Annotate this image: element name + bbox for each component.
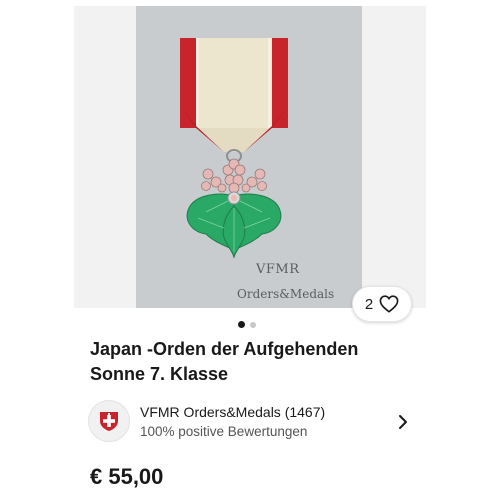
seller-feedback: 100% positive Bewertungen	[140, 424, 308, 439]
seller-avatar	[88, 400, 130, 442]
watch-count: 2	[364, 295, 374, 313]
price: € 55,00	[90, 464, 164, 489]
seller-name[interactable]: VFMR Orders&Medals (1467)	[140, 404, 325, 420]
watermark-line2: Orders&Medals	[237, 287, 335, 301]
heart-icon	[379, 295, 399, 313]
image-gallery[interactable]: VFMR Orders&Medals	[74, 6, 426, 308]
shield-cross-icon	[100, 412, 118, 431]
listing-title-line1: Japan -Orden der Aufgehenden	[90, 339, 359, 359]
pagination-dot-active[interactable]	[238, 321, 245, 328]
listing-title: Japan -Orden der Aufgehenden Sonne 7. Kl…	[90, 337, 420, 387]
pagination-dot[interactable]	[250, 321, 256, 328]
watch-button[interactable]: 2	[352, 286, 412, 322]
listing-title-line2: Sonne 7. Klasse	[90, 364, 229, 384]
watermark-line1: VFMR	[256, 262, 300, 277]
gallery-pagination	[238, 321, 256, 328]
medal-photo[interactable]: VFMR Orders&Medals	[136, 6, 362, 308]
seller-info-row[interactable]: VFMR Orders&Medals (1467) 100% positive …	[88, 400, 418, 444]
chevron-right-icon[interactable]	[398, 414, 408, 430]
medal-illustration	[180, 38, 288, 259]
